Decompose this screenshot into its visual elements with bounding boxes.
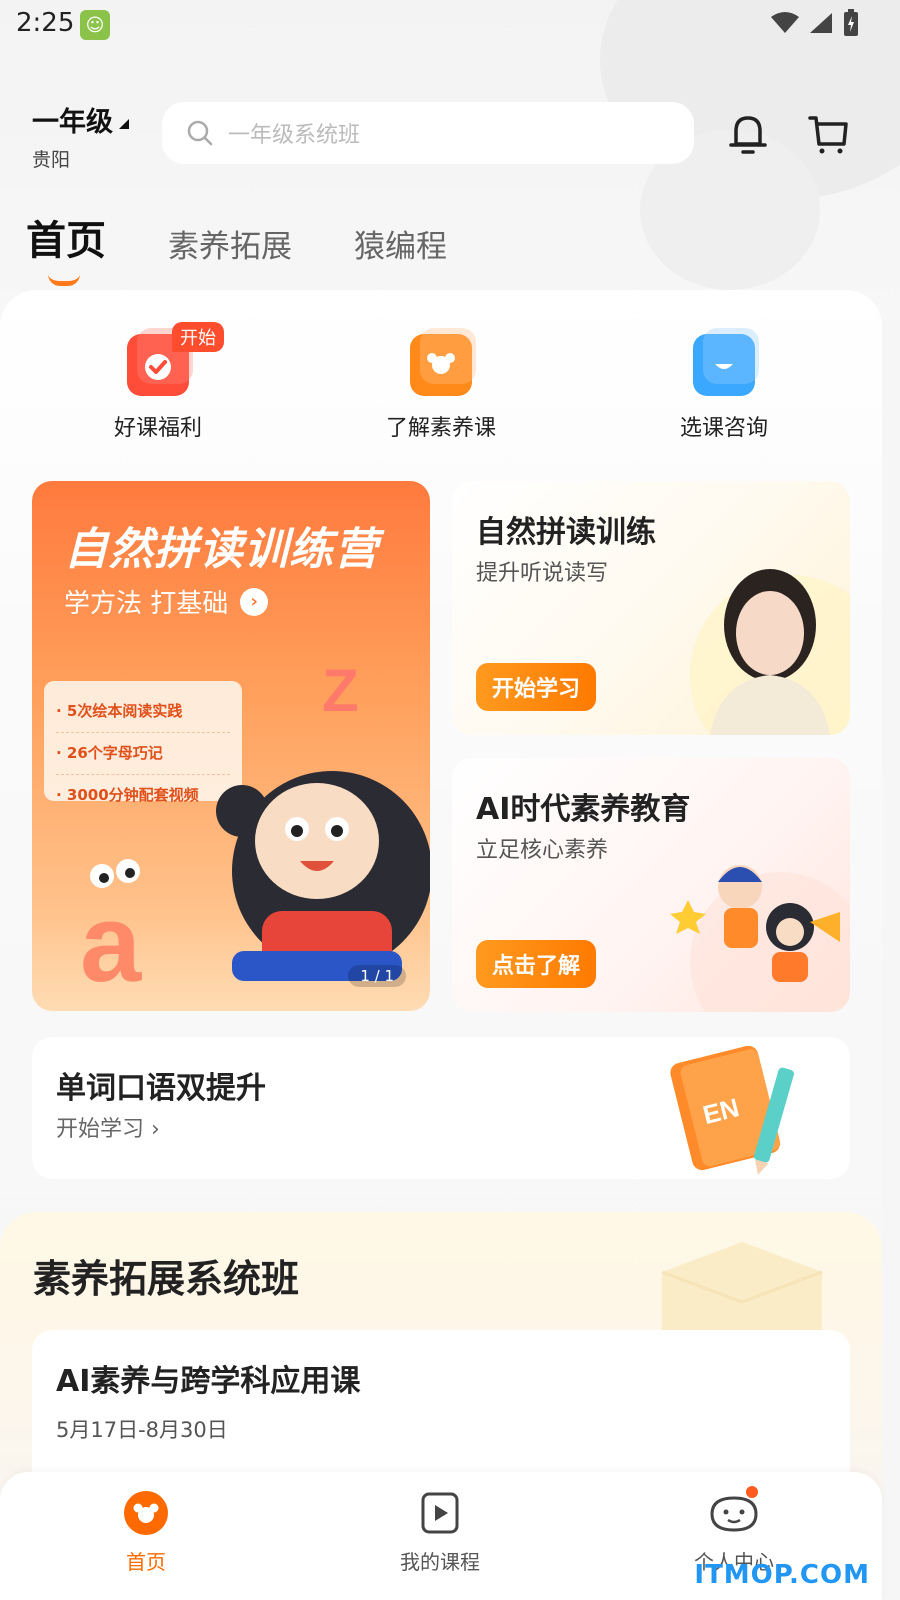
notification-dot (746, 1486, 758, 1498)
quick-action-consult[interactable]: 选课咨询 (634, 322, 814, 442)
phonics-training-card[interactable]: 自然拼读训练 提升听说读写 开始学习 (452, 481, 850, 735)
nav-my-courses[interactable]: 我的课程 (360, 1482, 520, 1575)
signal-icon (810, 13, 832, 33)
banner-pager: 1 / 1 (348, 965, 406, 987)
grade-selector[interactable]: 一年级 贵阳 (32, 100, 129, 172)
quick-action-label: 选课咨询 (679, 416, 768, 441)
bell-icon (729, 116, 767, 154)
wifi-icon (771, 12, 799, 33)
vocab-speaking-card[interactable]: 单词口语双提升 开始学习 › EN (32, 1037, 850, 1179)
ai-literacy-card[interactable]: AI时代素养教育 立足核心素养 点击了解 (452, 758, 850, 1012)
dropdown-triangle-icon (119, 118, 129, 129)
play-icon (421, 1492, 459, 1534)
quick-action-about-course[interactable]: 了解素养课 (351, 322, 531, 442)
cart-icon (808, 116, 848, 154)
home-monkey-icon (124, 1491, 168, 1535)
card-subtitle: 开始学习 › (56, 1117, 160, 1142)
quick-action-label: 好课福利 (113, 416, 202, 441)
status-bar: 2:25 ☺ (0, 0, 900, 50)
chat-bubble-icon (693, 328, 759, 396)
start-learning-button[interactable]: 开始学习 (476, 663, 597, 711)
nav-label: 我的课程 (400, 1550, 480, 1574)
top-tabs: 首页 素养拓展 猿编程 (26, 208, 509, 286)
search-bar[interactable]: 一年级系统班 (162, 102, 694, 164)
search-icon (187, 120, 213, 146)
card-subtitle: 提升听说读写 (476, 561, 609, 586)
nav-label: 首页 (126, 1550, 166, 1574)
cart-button[interactable] (806, 112, 850, 160)
notification-button[interactable] (728, 112, 768, 160)
tab-coding[interactable]: 猿编程 (354, 221, 447, 266)
teacher-portrait (690, 569, 850, 735)
card-title: AI时代素养教育 (476, 792, 691, 827)
tab-literacy-label: 素养拓展 (168, 229, 292, 265)
phonics-camp-banner[interactable]: 自然拼读训练营 学方法 打基础 › · 5次绘本阅读实践 · 26个字母巧记 ·… (32, 481, 430, 1011)
grade-label: 一年级 (32, 107, 113, 138)
monkey-icon (410, 328, 476, 396)
course-title: AI素养与跨学科应用课 (56, 1364, 361, 1399)
monkey-mascot-illustration: Z a (80, 657, 430, 1005)
tab-home-label: 首页 (26, 218, 106, 264)
app-notification-icon: ☺ (80, 10, 110, 40)
book-pencil-illustration: EN (670, 1045, 794, 1175)
svg-text:Z: Z (322, 657, 359, 724)
nav-home[interactable]: 首页 (66, 1482, 226, 1575)
section-title: 素养拓展系统班 (33, 1257, 300, 1301)
battery-icon (844, 9, 858, 36)
kids-running-illustration (670, 865, 850, 1012)
tab-home[interactable]: 首页 (26, 208, 106, 286)
card-title: 单词口语双提升 (56, 1071, 266, 1106)
card-subtitle: 立足核心素养 (476, 838, 609, 863)
quick-action-label: 了解素养课 (385, 416, 496, 441)
search-placeholder: 一年级系统班 (228, 123, 361, 148)
card-title: 自然拼读训练 (476, 515, 656, 550)
city-label: 贵阳 (32, 149, 71, 171)
tab-literacy[interactable]: 素养拓展 (168, 221, 292, 266)
tab-coding-label: 猿编程 (354, 229, 447, 265)
watermark: ITMOP.COM (694, 1560, 870, 1590)
status-time: 2:25 (16, 8, 75, 38)
svg-text:a: a (80, 882, 142, 1005)
course-date: 5月17日-8月30日 (56, 1418, 228, 1442)
start-badge: 开始 (172, 322, 224, 352)
learn-more-button[interactable]: 点击了解 (476, 940, 597, 988)
